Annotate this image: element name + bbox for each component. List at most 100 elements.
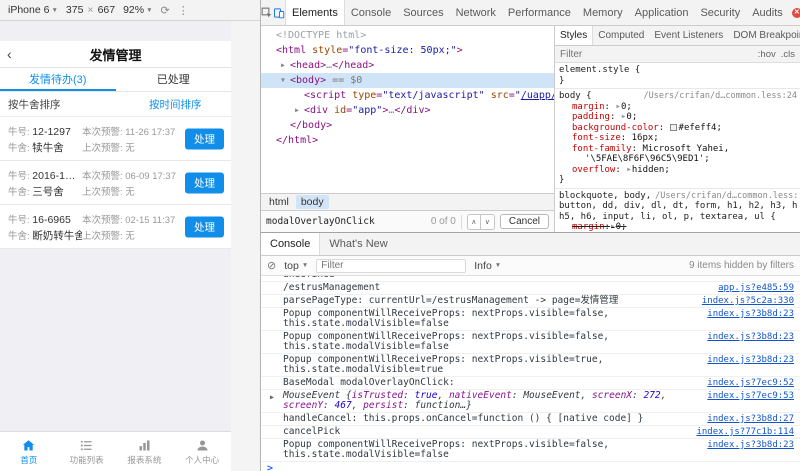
dom-line[interactable]: </html> [261,133,554,148]
error-badge[interactable]: ✕ 7 [789,0,800,25]
viewport-width-field[interactable]: 375 [66,4,84,16]
find-previous-button[interactable]: ∧ [468,214,481,229]
nav-item-home[interactable]: 首页 [0,432,58,471]
hover-toggle[interactable]: :hov [758,49,776,60]
expand-arrow-icon[interactable]: ▶ [622,113,626,120]
expand-arrow-icon[interactable]: ▶ [270,392,274,402]
twisty-icon[interactable]: ▶ [281,58,290,73]
css-property[interactable]: overflow: ▶hidden; [559,165,797,176]
class-toggle[interactable]: .cls [781,49,795,60]
crumb-body[interactable]: body [295,195,329,209]
cancel-button[interactable]: Cancel [499,214,549,229]
tab-memory[interactable]: Memory [577,0,629,25]
tab-application[interactable]: Application [629,0,695,25]
zoom-select[interactable]: 92% ▼ [123,4,152,16]
console-message[interactable]: index.js?77c1b:114 cancelPick [261,426,800,439]
twisty-icon[interactable]: ▼ [281,73,290,88]
source-link[interactable]: index.js?3b8d:23 [707,309,794,319]
dom-line[interactable]: ▶ <head>…</head> [261,58,554,73]
tab-security[interactable]: Security [694,0,746,25]
styles-tab-dom-breakpoints[interactable]: DOM Breakpoints [728,26,800,45]
console-message[interactable]: app.js?e485:59/estrusManagement [261,282,800,295]
tab-audits[interactable]: Audits [746,0,789,25]
styles-filter-input[interactable] [560,48,754,60]
console-message[interactable]: index.js?5c2a:330 parsePageType: currentU… [261,295,800,308]
styles-tab-event-listeners[interactable]: Event Listeners [649,26,728,45]
nav-item-chart[interactable]: 报表系统 [116,432,174,471]
nav-item-grid[interactable]: 功能列表 [58,432,116,471]
css-property[interactable]: padding: ▶0; [559,112,797,123]
nav-item-user[interactable]: 个人中心 [173,432,231,471]
console-messages: undefined app.js?e485:59/estrusManagement… [261,276,800,471]
console-message[interactable]: index.js?7ec9:52 BaseModal modalOverlayOn… [261,377,800,390]
color-swatch[interactable] [669,123,677,131]
css-property[interactable]: margin: ▶0; [559,102,797,113]
rotate-icon[interactable]: ⟳ [161,4,170,17]
source-link[interactable]: index.js?3b8d:23 [707,440,794,450]
expand-arrow-icon[interactable]: ▶ [611,223,615,230]
css-property[interactable]: margin:▶0; [559,222,797,232]
app-tab[interactable]: 已处理 [116,68,232,91]
tab-console[interactable]: Console [345,0,397,25]
handle-button[interactable]: 处理 [185,172,224,193]
rule-close-brace: } [559,175,565,185]
dom-line[interactable]: <script type="text/javascript" src="/uap… [261,88,554,103]
handle-button[interactable]: 处理 [185,216,224,237]
source-link[interactable]: index.js?3b8d:23 [707,332,794,342]
tab-elements[interactable]: Elements [285,0,345,25]
log-level-select[interactable]: Info ▼ [474,260,501,272]
styles-tab-styles[interactable]: Styles [555,26,594,45]
console-message[interactable]: index.js?3b8d:23 Popup componentWillRecei… [261,308,800,331]
css-property[interactable]: font-family: Microsoft Yahei, [559,144,797,155]
source-link[interactable]: index.js?3b8d:23 [707,355,794,365]
console-prompt[interactable]: > [261,462,800,471]
dom-line[interactable]: </body> [261,118,554,133]
device-toggle-icon[interactable] [273,0,285,25]
dom-line[interactable]: ▼ <body> == $0 [261,73,554,88]
source-link[interactable]: index.js?3b8d:27 [707,414,794,424]
find-input[interactable] [266,214,426,229]
handle-button[interactable]: 处理 [185,128,224,149]
styles-tab-computed[interactable]: Computed [593,26,649,45]
console-tab-what-s-new[interactable]: What's New [320,233,396,255]
source-link[interactable]: index.js?7ec9:53 [707,391,794,401]
dom-line[interactable]: ▶ <div id="app">…</div> [261,103,554,118]
execution-context-select[interactable]: top ▼ [284,260,308,272]
twisty-icon[interactable]: ▶ [295,103,304,118]
tab-sources[interactable]: Sources [397,0,449,25]
stylesheet-link[interactable]: /Users/crifan/d…common.less:24 [639,91,797,102]
cow-number-value: 16-6965 [32,214,71,226]
kebab-menu-icon[interactable]: ⋮ [178,4,189,17]
stylesheet-link[interactable]: /Users/crifan/d…common.less:19 [651,191,797,202]
tab-network[interactable]: Network [450,0,502,25]
device-select[interactable]: iPhone 6 ▼ [8,4,58,16]
sort-by-barn[interactable]: 按牛舍排序 [0,97,120,112]
crumb-html[interactable]: html [264,195,294,209]
console-filter-input[interactable] [316,258,467,273]
find-next-button[interactable]: ∨ [481,215,494,229]
console-message[interactable]: index.js?3b8d:23 Popup componentWillRecei… [261,331,800,354]
source-link[interactable]: index.js?5c2a:330 [702,296,794,306]
css-property[interactable]: font-size: 16px; [559,133,797,144]
app-tab[interactable]: 发情待办(3) [0,68,116,91]
expand-arrow-icon[interactable]: ▶ [627,166,631,173]
inspect-icon[interactable] [261,0,273,25]
viewport-height-field[interactable]: 667 [98,4,116,16]
sort-by-time[interactable]: 按时间排序 [120,97,232,112]
console-message[interactable]: index.js?3b8d:23 Popup componentWillRecei… [261,354,800,377]
dom-line[interactable]: <!DOCTYPE html> [261,28,554,43]
source-link[interactable]: app.js?e485:59 [718,283,794,293]
source-link[interactable]: index.js?7ec9:52 [707,378,794,388]
expand-arrow-icon[interactable]: ▶ [616,103,620,110]
barn-label: 牛舍: [8,143,33,154]
css-property[interactable]: background-color: #efeff4; [559,123,797,134]
source-link[interactable]: index.js?77c1b:114 [696,427,794,437]
console-message[interactable]: index.js?3b8d:23 Popup componentWillRecei… [261,439,800,462]
clear-console-icon[interactable]: ⊘ [267,259,276,272]
tab-performance[interactable]: Performance [502,0,577,25]
dom-line[interactable]: <html style="font-size: 50px;"> [261,43,554,58]
console-tab-console[interactable]: Console [261,233,321,255]
back-icon[interactable]: ‹ [7,47,12,61]
console-message[interactable]: index.js?3b8d:27 handleCancel: this.props… [261,413,800,426]
console-message[interactable]: index.js?7ec9:53 ▶ MouseEvent {isTrusted: … [261,390,800,413]
